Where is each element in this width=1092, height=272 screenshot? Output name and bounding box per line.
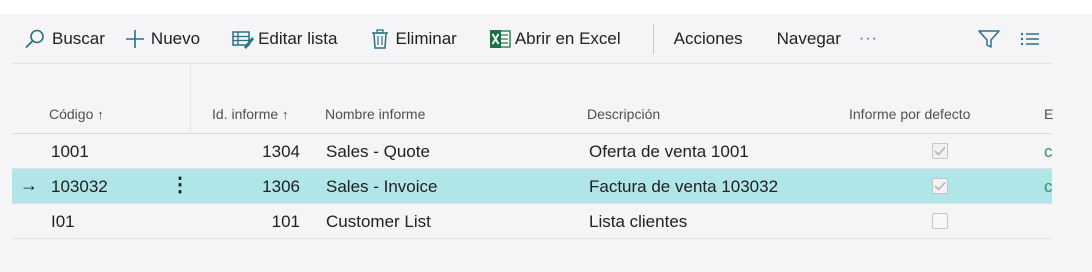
cell-id-informe: 1306 xyxy=(262,177,300,196)
table-row[interactable]: 1001 1304 Sales - Quote Oferta de venta … xyxy=(12,134,1053,169)
new-button[interactable]: Nuevo xyxy=(125,21,200,57)
cell-nombre-informe: Sales - Invoice xyxy=(326,177,438,196)
trash-icon xyxy=(371,28,389,49)
cell-extra-link[interactable]: c xyxy=(1044,142,1053,162)
cell-descripcion: Lista clientes xyxy=(589,212,688,231)
search-button[interactable]: Buscar xyxy=(24,21,105,57)
table-row[interactable]: I01 101 Customer List Lista clientes xyxy=(12,204,1052,239)
navigate-menu[interactable]: Navegar xyxy=(777,21,841,57)
search-label: Buscar xyxy=(52,28,105,48)
freeze-pane-divider xyxy=(190,64,191,134)
edit-list-icon xyxy=(232,29,255,49)
column-header-informe-por-defecto[interactable]: Informe por defecto xyxy=(849,106,970,122)
cell-codigo[interactable]: I01 xyxy=(51,212,75,232)
delete-label: Eliminar xyxy=(395,28,457,48)
column-label-descripcion: Descripción xyxy=(587,106,661,122)
kebab-menu-icon[interactable]: ⋮ xyxy=(170,174,190,196)
open-in-excel-label: Abrir en Excel xyxy=(514,28,621,48)
list-view-icon xyxy=(1020,31,1040,47)
column-header-id-informe[interactable]: Id. informe ↑ xyxy=(212,106,289,122)
cell-descripcion: Factura de venta 103032 xyxy=(589,177,779,196)
table-row-selected[interactable]: → 103032 ⋮ 1306 Sales - Invoice Factura … xyxy=(12,169,1053,204)
cell-extra-link[interactable]: c xyxy=(1044,177,1053,197)
cell-descripcion: Oferta de venta 1001 xyxy=(589,142,749,161)
filter-icon xyxy=(978,29,1000,49)
cell-codigo[interactable]: 103032 xyxy=(51,177,108,197)
cell-codigo[interactable]: 1001 xyxy=(51,142,89,162)
column-header-codigo[interactable]: Código ↑ xyxy=(49,106,104,122)
top-strip xyxy=(0,0,1092,14)
report-list-grid: Código ↑ Id. informe ↑ Nombre informe De… xyxy=(12,64,1053,239)
column-label-nombre-informe: Nombre informe xyxy=(325,106,426,122)
column-header-nombre-informe[interactable]: Nombre informe xyxy=(325,106,425,122)
open-in-excel-button[interactable]: Abrir en Excel xyxy=(489,21,621,57)
default-report-checkbox xyxy=(932,213,948,229)
more-options-button[interactable]: ··· xyxy=(859,21,878,57)
cell-nombre-informe: Customer List xyxy=(326,212,431,231)
grid-header: Código ↑ Id. informe ↑ Nombre informe De… xyxy=(12,64,1053,134)
toolbar-separator xyxy=(652,23,654,54)
more-options-icon: ··· xyxy=(858,29,878,47)
column-label-informe-por-defecto: Informe por defecto xyxy=(849,106,971,122)
cell-id-informe: 101 xyxy=(271,212,300,231)
actions-label: Acciones xyxy=(673,28,743,48)
column-label-id-informe: Id. informe xyxy=(212,106,279,122)
column-header-extra[interactable]: E xyxy=(1044,106,1053,122)
navigate-label: Navegar xyxy=(776,28,841,48)
cell-nombre-informe: Sales - Quote xyxy=(326,142,430,161)
edit-list-button[interactable]: Editar lista xyxy=(232,21,337,57)
edit-list-label: Editar lista xyxy=(258,28,338,48)
arrow-right-icon: → xyxy=(20,175,38,195)
new-label: Nuevo xyxy=(150,28,201,48)
delete-button[interactable]: Eliminar xyxy=(371,21,457,57)
default-report-checkbox xyxy=(932,178,948,194)
page: Buscar Nuevo Editar lista Eliminar Abrir… xyxy=(0,0,1092,272)
plus-icon xyxy=(125,29,145,49)
column-label-codigo: Código xyxy=(49,106,94,122)
action-toolbar: Buscar Nuevo Editar lista Eliminar Abrir… xyxy=(12,14,1052,64)
list-view-button[interactable] xyxy=(1020,21,1040,57)
sort-ascending-icon: ↑ xyxy=(282,107,289,122)
column-header-descripcion[interactable]: Descripción xyxy=(587,106,660,122)
actions-menu[interactable]: Acciones xyxy=(674,21,743,57)
search-icon xyxy=(24,28,46,50)
column-label-extra: E xyxy=(1044,106,1054,122)
filter-button[interactable] xyxy=(978,21,1000,57)
default-report-checkbox xyxy=(932,143,948,159)
excel-icon xyxy=(489,29,511,49)
cell-id-informe: 1304 xyxy=(262,142,300,161)
sort-ascending-icon: ↑ xyxy=(97,107,104,122)
